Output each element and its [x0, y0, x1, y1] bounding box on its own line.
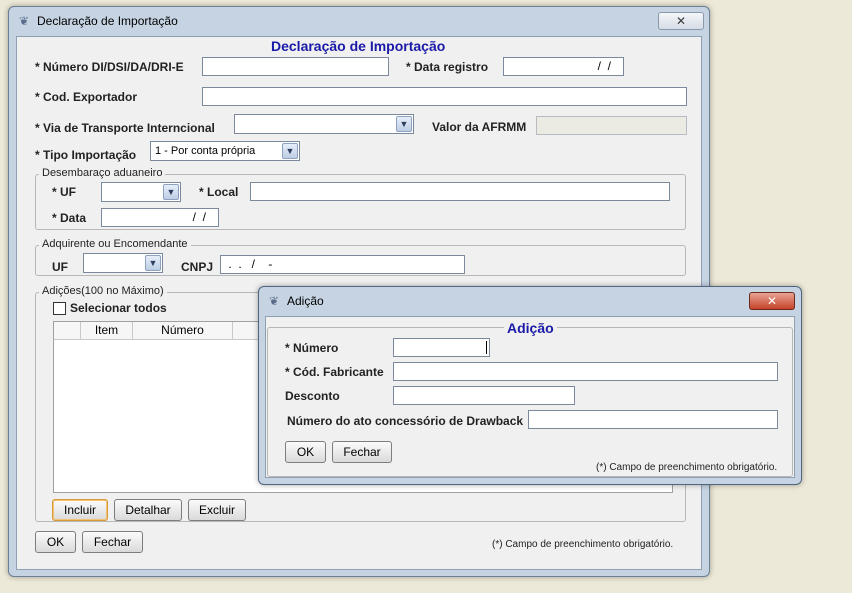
data-registro-label: * Data registro — [406, 60, 489, 74]
adicoes-table-header-numero[interactable]: Número — [133, 322, 233, 340]
select-all-checkbox[interactable] — [53, 302, 66, 315]
dialog-ato-drawback-label: Número do ato concessório de Drawback — [287, 414, 524, 428]
dialog-ato-drawback-input[interactable] — [528, 410, 778, 429]
desembaraco-data-label: * Data — [52, 211, 87, 225]
adquirente-cnpj-input[interactable]: . . / - — [220, 255, 465, 274]
close-icon: ✕ — [675, 14, 687, 28]
chevron-down-icon: ▼ — [163, 184, 179, 200]
adicao-group-title: Adição — [504, 320, 557, 336]
dialog-desconto-label: Desconto — [285, 389, 340, 403]
app-logo-icon: ❦ — [268, 294, 280, 308]
incluir-button[interactable]: Incluir — [52, 499, 108, 521]
via-transporte-select[interactable]: ▼ — [234, 114, 414, 134]
adicoes-legend: Adições(100 no Máximo) — [39, 285, 167, 297]
desembaraco-local-input[interactable] — [250, 182, 670, 201]
excluir-button[interactable]: Excluir — [188, 499, 246, 521]
numero-di-input[interactable] — [202, 57, 389, 76]
data-registro-input[interactable]: / / — [503, 57, 624, 76]
dialog-desconto-input[interactable] — [393, 386, 575, 405]
cod-exportador-label: * Cod. Exportador — [35, 90, 138, 104]
desembaraco-local-label: * Local — [199, 185, 239, 199]
adquirente-uf-select[interactable]: ▼ — [83, 253, 163, 273]
app-logo-icon: ❦ — [18, 14, 30, 28]
valor-afrmm-label: Valor da AFRMM — [432, 120, 527, 134]
dialog-numero-label: * Número — [285, 341, 339, 355]
adicoes-table-header-blank — [54, 322, 81, 340]
detalhar-button[interactable]: Detalhar — [114, 499, 182, 521]
declaracao-group-title: Declaração de Importação — [268, 38, 449, 54]
chevron-down-icon: ▼ — [396, 116, 412, 132]
main-required-note: (*) Campo de preenchimento obrigatório. — [492, 539, 674, 550]
close-icon: ✕ — [766, 294, 778, 308]
adicao-dialog: Adição ❦ ✕ Adição * Número * Cód. Fabric… — [258, 286, 802, 485]
desembaraco-data-input[interactable]: / / — [101, 208, 219, 227]
dialog-numero-input[interactable] — [393, 338, 490, 357]
chevron-down-icon: ▼ — [145, 255, 161, 271]
tipo-importacao-value: 1 - Por conta própria — [155, 145, 256, 157]
dialog-close-button[interactable]: ✕ — [749, 292, 795, 310]
main-window-title: Declaração de Importação — [37, 14, 178, 28]
cod-exportador-input[interactable] — [202, 87, 687, 106]
adquirente-cnpj-label: CNPJ — [181, 260, 214, 274]
adquirente-legend: Adquirente ou Encomendante — [39, 238, 191, 250]
main-fechar-button[interactable]: Fechar — [82, 531, 143, 553]
adicao-dialog-body: Adição * Número * Cód. Fabricante Descon… — [265, 316, 795, 478]
tipo-importacao-label: * Tipo Importação — [35, 148, 137, 162]
desembaraco-legend: Desembaraço aduaneiro — [39, 167, 166, 179]
text-caret — [486, 341, 487, 354]
dialog-cod-fabricante-label: * Cód. Fabricante — [285, 365, 384, 379]
select-all-label: Selecionar todos — [70, 301, 167, 315]
desembaraco-uf-label: * UF — [52, 185, 76, 199]
numero-di-label: * Número DI/DSI/DA/DRI-E — [35, 60, 184, 74]
tipo-importacao-select[interactable]: 1 - Por conta própria ▼ — [150, 141, 300, 161]
dialog-required-note: (*) Campo de preenchimento obrigatório. — [596, 462, 778, 473]
desembaraco-uf-select[interactable]: ▼ — [101, 182, 181, 202]
valor-afrmm-input — [536, 116, 687, 135]
adquirente-uf-label: UF — [52, 260, 68, 274]
main-ok-button[interactable]: OK — [35, 531, 76, 553]
adicoes-table-header-item[interactable]: Item — [81, 322, 133, 340]
dialog-ok-button[interactable]: OK — [285, 441, 326, 463]
adicao-dialog-title: Adição — [287, 294, 324, 308]
chevron-down-icon: ▼ — [282, 143, 298, 159]
via-transporte-label: * Via de Transporte Interncional — [35, 121, 215, 135]
dialog-cod-fabricante-input[interactable] — [393, 362, 778, 381]
main-close-button[interactable]: ✕ — [658, 12, 704, 30]
dialog-fechar-button[interactable]: Fechar — [332, 441, 392, 463]
